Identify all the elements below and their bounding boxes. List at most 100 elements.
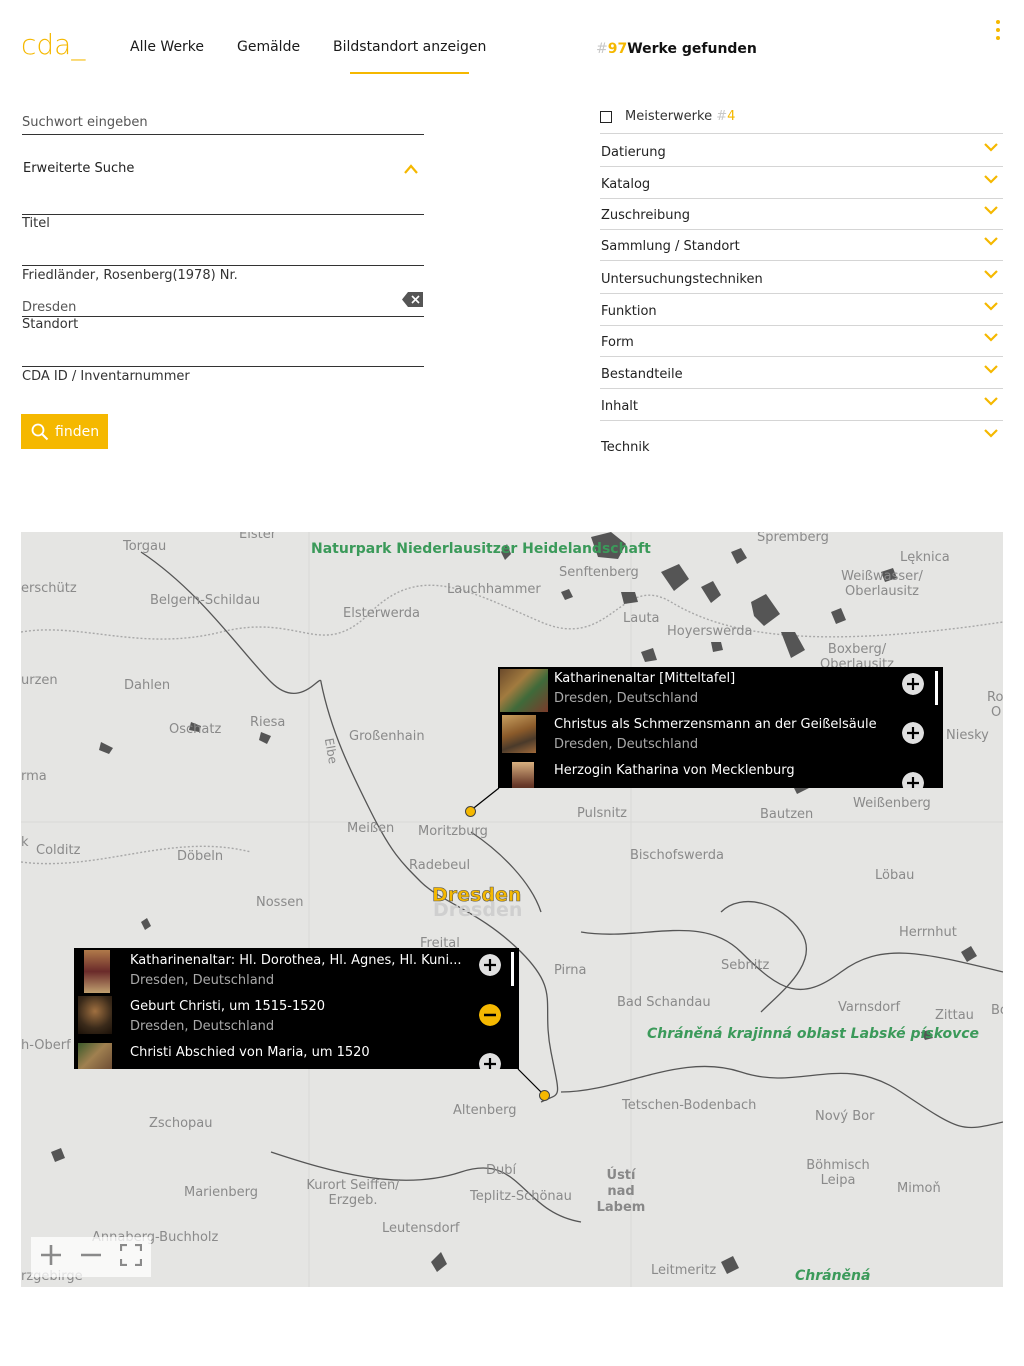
- filter-label: Technik: [601, 440, 650, 455]
- popup-item-subtitle: Dresden, Deutschland: [130, 973, 275, 988]
- filter-label: Form: [601, 335, 634, 350]
- popup-item[interactable]: Christus als Schmerzensmann an der Geiße…: [498, 713, 943, 759]
- popup-item[interactable]: Christi Abschied von Maria, um 1520: [74, 1040, 519, 1069]
- filter-untersuchungstechniken[interactable]: Untersuchungstechniken: [600, 262, 1003, 294]
- popup-item[interactable]: Katharinenaltar [Mitteltafel] Dresden, D…: [498, 667, 943, 713]
- chevron-down-icon[interactable]: [983, 268, 999, 280]
- popup-scrollbar[interactable]: [511, 952, 514, 986]
- more-menu-icon[interactable]: [991, 19, 1005, 43]
- map-pin[interactable]: [539, 1090, 550, 1101]
- map-controls: [31, 1237, 151, 1277]
- map-pin[interactable]: [465, 806, 476, 817]
- results-number: 97: [607, 41, 628, 57]
- filter-label: Inhalt: [601, 399, 638, 414]
- filter-datierung[interactable]: Datierung: [600, 135, 1003, 167]
- filter-label: Datierung: [601, 145, 666, 160]
- chevron-down-icon[interactable]: [983, 300, 999, 312]
- filter-label: Untersuchungstechniken: [601, 272, 763, 287]
- add-icon[interactable]: [902, 673, 924, 695]
- nav-paintings[interactable]: Gemälde: [237, 39, 300, 55]
- filter-technik[interactable]: Technik: [600, 421, 1003, 455]
- popup-item-title: Herzogin Katharina von Mecklenburg: [554, 763, 795, 778]
- fr-number-field[interactable]: [22, 234, 424, 266]
- chevron-down-icon[interactable]: [983, 235, 999, 247]
- masterworks-label: Meisterwerke: [625, 109, 713, 124]
- popup-scrollbar[interactable]: [935, 671, 938, 705]
- title-label: Titel: [22, 216, 50, 231]
- artwork-thumbnail: [512, 762, 534, 788]
- add-icon[interactable]: [479, 1053, 501, 1069]
- location-input[interactable]: [22, 285, 424, 316]
- results-label: Werke gefunden: [627, 41, 757, 57]
- popup-item[interactable]: Katharinenaltar: Hl. Dorothea, Hl. Agnes…: [74, 948, 519, 994]
- cda-id-label: CDA ID / Inventarnummer: [22, 369, 190, 384]
- title-input[interactable]: [22, 183, 424, 214]
- pin-connectors: [469, 787, 545, 1096]
- filter-bestandteile[interactable]: Bestandteile: [600, 357, 1003, 389]
- keyword-field[interactable]: [22, 103, 424, 135]
- find-button[interactable]: finden: [21, 414, 108, 449]
- chevron-up-icon[interactable]: [403, 163, 419, 175]
- filter-inhalt[interactable]: Inhalt: [600, 389, 1003, 421]
- masterworks-filter[interactable]: Meisterwerke #4: [600, 109, 1003, 134]
- nav-show-location[interactable]: Bildstandort anzeigen: [333, 39, 486, 74]
- nav-all-works[interactable]: Alle Werke: [130, 39, 204, 55]
- title-field[interactable]: [22, 183, 424, 215]
- keyword-input[interactable]: [22, 103, 424, 134]
- popup-item-title: Christi Abschied von Maria, um 1520: [130, 1045, 370, 1060]
- advanced-search-label[interactable]: Erweiterte Suche: [23, 161, 134, 176]
- cda-id-input[interactable]: [22, 335, 424, 366]
- chevron-down-icon[interactable]: [983, 173, 999, 185]
- popup-top: Katharinenaltar [Mitteltafel] Dresden, D…: [498, 667, 943, 788]
- filter-label: Zuschreibung: [601, 208, 690, 223]
- location-field[interactable]: [22, 285, 424, 317]
- popup-item[interactable]: Geburt Christi, um 1515-1520 Dresden, De…: [74, 994, 519, 1040]
- remove-icon[interactable]: [479, 1004, 501, 1026]
- popup-bottom: Katharinenaltar: Hl. Dorothea, Hl. Agnes…: [74, 948, 519, 1069]
- chevron-down-icon[interactable]: [983, 331, 999, 343]
- zoom-out-icon[interactable]: [80, 1244, 102, 1270]
- add-icon[interactable]: [902, 772, 924, 788]
- masterworks-label-wrap: Meisterwerke #4: [625, 109, 735, 124]
- artwork-thumbnail: [78, 1043, 112, 1069]
- results-count: #97Werke gefunden: [596, 41, 757, 57]
- artwork-thumbnail: [84, 950, 110, 993]
- filter-sammlung-standort[interactable]: Sammlung / Standort: [600, 229, 1003, 261]
- artwork-thumbnail: [502, 715, 536, 753]
- popup-item-subtitle: Dresden, Deutschland: [130, 1019, 275, 1034]
- chevron-down-icon[interactable]: [983, 395, 999, 407]
- chevron-down-icon[interactable]: [983, 363, 999, 375]
- search-icon: [31, 423, 49, 440]
- filter-katalog[interactable]: Katalog: [600, 167, 1003, 199]
- results-hash: #: [596, 41, 608, 57]
- popup-item-subtitle: Dresden, Deutschland: [554, 691, 699, 706]
- filter-label: Bestandteile: [601, 367, 683, 382]
- popup-item-title: Christus als Schmerzensmann an der Geiße…: [554, 717, 877, 732]
- map[interactable]: Torgau Elster Spremberg Lęknica erschütz…: [21, 532, 1003, 1287]
- cda-id-field[interactable]: [22, 335, 424, 367]
- chevron-down-icon[interactable]: [983, 204, 999, 216]
- masterworks-checkbox[interactable]: [600, 111, 612, 123]
- chevron-down-icon[interactable]: [983, 141, 999, 153]
- masterworks-count: 4: [727, 109, 736, 124]
- artwork-thumbnail: [78, 996, 112, 1034]
- logo[interactable]: cda_: [21, 28, 85, 61]
- add-icon[interactable]: [902, 722, 924, 744]
- location-label: Standort: [22, 317, 79, 332]
- popup-item-title: Katharinenaltar [Mitteltafel]: [554, 671, 736, 686]
- chevron-down-icon[interactable]: [983, 427, 999, 439]
- artwork-thumbnail: [500, 669, 548, 712]
- filter-zuschreibung[interactable]: Zuschreibung: [600, 198, 1003, 230]
- filter-label: Sammlung / Standort: [601, 239, 740, 254]
- popup-item-subtitle: Dresden, Deutschland: [554, 737, 699, 752]
- zoom-in-icon[interactable]: [40, 1244, 62, 1270]
- fr-number-input[interactable]: [22, 234, 424, 265]
- filter-label: Katalog: [601, 177, 651, 192]
- fullscreen-icon[interactable]: [119, 1243, 143, 1270]
- filter-funktion[interactable]: Funktion: [600, 294, 1003, 326]
- masterworks-hash: #: [716, 109, 728, 124]
- filter-form[interactable]: Form: [600, 325, 1003, 357]
- add-icon[interactable]: [479, 954, 501, 976]
- popup-item[interactable]: Herzogin Katharina von Mecklenburg: [498, 759, 943, 788]
- clear-icon[interactable]: [402, 291, 424, 308]
